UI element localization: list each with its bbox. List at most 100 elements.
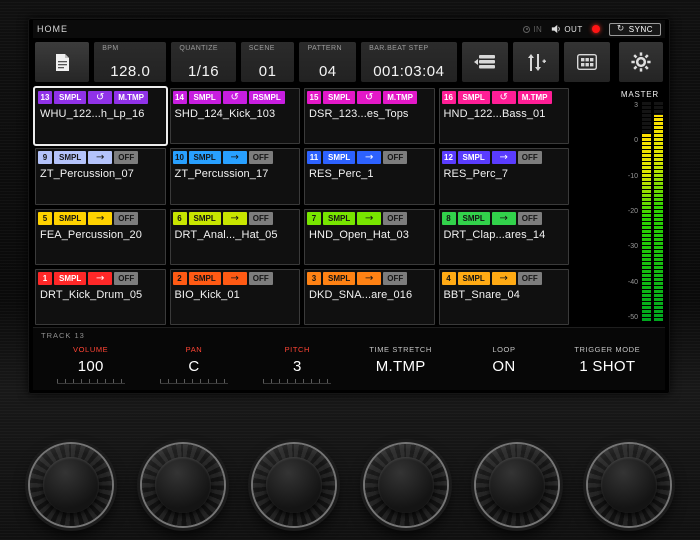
pad-tile[interactable]: 8 SMPL → OFF DRT_Clap...ares_14 — [439, 209, 570, 265]
knob-4[interactable] — [365, 444, 447, 526]
settings-button[interactable] — [619, 42, 664, 82]
header-toolbar: BPM 128.0 QUANTIZE 1/16 SCENE 01 PATTERN… — [33, 38, 665, 85]
pad-tile[interactable]: 13 SMPL ↺ M.TMP WHU_122...h_Lp_16 — [35, 88, 166, 144]
pad-type-chip: SMPL — [458, 212, 490, 225]
fader-view-button[interactable] — [513, 42, 559, 82]
browse-button[interactable] — [35, 42, 89, 82]
pad-name: RES_Perc_1 — [307, 164, 432, 180]
pad-name: BBT_Snare_04 — [442, 285, 567, 301]
pad-chip-row: 14 SMPL ↺ RSMPL — [173, 91, 298, 104]
pad-chip-row: 12 SMPL → OFF — [442, 151, 567, 164]
pad-type-chip: SMPL — [458, 272, 490, 285]
bpm-label: BPM — [102, 45, 158, 52]
param-cell[interactable]: VOLUME 100 — [39, 343, 142, 384]
param-value: 1 SHOT — [556, 358, 659, 375]
pad-mixer-button[interactable] — [564, 42, 610, 82]
pad-number-chip: 11 — [307, 151, 321, 164]
pattern-value: 04 — [307, 63, 348, 80]
pad-tile[interactable]: 6 SMPL → OFF DRT_Anal..._Hat_05 — [170, 209, 301, 265]
pad-name: FEA_Percussion_20 — [38, 225, 163, 241]
pad-tile[interactable]: 11 SMPL → OFF RES_Perc_1 — [304, 148, 435, 204]
pad-tile[interactable]: 14 SMPL ↺ RSMPL SHD_124_Kick_103 — [170, 88, 301, 144]
pad-mode-icon: → — [223, 212, 247, 225]
pad-tile[interactable]: 1 SMPL → OFF DRT_Kick_Drum_05 — [35, 269, 166, 325]
param-cell[interactable]: TRIGGER MODE 1 SHOT — [556, 343, 659, 384]
knob-5[interactable] — [476, 444, 558, 526]
pad-type-chip: SMPL — [323, 272, 355, 285]
sequence-view-button[interactable] — [462, 42, 508, 82]
track-parameter-panel: TRACK 13 VOLUME 100 PAN C PITCH 3 TIME S… — [33, 327, 665, 390]
param-value: C — [142, 358, 245, 375]
master-label: MASTER — [615, 88, 663, 102]
pad-status-chip: M.TMP — [518, 91, 552, 104]
pad-name: DRT_Kick_Drum_05 — [38, 285, 163, 301]
param-value: M.TMP — [349, 358, 452, 375]
pad-mode-icon: → — [223, 151, 247, 164]
pad-number-chip: 5 — [38, 212, 52, 225]
pad-tile[interactable]: 15 SMPL ↺ M.TMP DSR_123...es_Tops — [304, 88, 435, 144]
knob-1[interactable] — [30, 444, 112, 526]
param-cell[interactable]: LOOP ON — [452, 343, 555, 384]
pad-tile[interactable]: 2 SMPL → OFF BIO_Kick_01 — [170, 269, 301, 325]
meter-tick: -40 — [628, 279, 638, 286]
bar-beat-step-field: BAR.BEAT STEP 001:03:04 — [361, 42, 456, 82]
pad-number-chip: 15 — [307, 91, 321, 104]
pad-number-chip: 10 — [173, 151, 187, 164]
pad-type-chip: SMPL — [54, 151, 86, 164]
sync-arrows-icon: ↻ — [617, 25, 625, 34]
pad-tile[interactable]: 16 SMPL ↺ M.TMP HND_122...Bass_01 — [439, 88, 570, 144]
param-cell[interactable]: PAN C — [142, 343, 245, 384]
param-cell[interactable]: TIME STRETCH M.TMP — [349, 343, 452, 384]
pad-mode-icon: → — [88, 151, 112, 164]
pad-tile[interactable]: 5 SMPL → OFF FEA_Percussion_20 — [35, 209, 166, 265]
pad-chip-row: 1 SMPL → OFF — [38, 272, 163, 285]
pad-name: ZT_Percussion_07 — [38, 164, 163, 180]
knob-2[interactable] — [142, 444, 224, 526]
pad-name: DRT_Clap...ares_14 — [442, 225, 567, 241]
pad-chip-row: 5 SMPL → OFF — [38, 212, 163, 225]
pad-number-chip: 8 — [442, 212, 456, 225]
pad-name: ZT_Percussion_17 — [173, 164, 298, 180]
pad-type-chip: SMPL — [189, 212, 221, 225]
pad-name: HND_Open_Hat_03 — [307, 225, 432, 241]
pad-number-chip: 6 — [173, 212, 187, 225]
pad-type-chip: SMPL — [323, 91, 355, 104]
file-icon — [55, 53, 70, 72]
meter-bar-right — [654, 102, 663, 321]
sync-label: SYNC — [629, 25, 653, 34]
pad-mode-icon: → — [223, 272, 247, 285]
param-cell[interactable]: PITCH 3 — [246, 343, 349, 384]
knob-6[interactable] — [588, 444, 670, 526]
pad-status-chip: OFF — [114, 212, 138, 225]
scene-value: 01 — [249, 63, 287, 80]
param-label: VOLUME — [39, 345, 142, 354]
quantize-field[interactable]: QUANTIZE 1/16 — [171, 42, 235, 82]
pad-tile[interactable]: 4 SMPL → OFF BBT_Snare_04 — [439, 269, 570, 325]
meter-tick: 0 — [634, 137, 638, 144]
sync-button[interactable]: ↻ SYNC — [609, 23, 661, 36]
pad-status-chip: OFF — [249, 151, 273, 164]
pad-chip-row: 6 SMPL → OFF — [173, 212, 298, 225]
pad-mode-icon: ↺ — [223, 91, 247, 104]
pad-type-chip: SMPL — [189, 151, 221, 164]
pad-status-chip: M.TMP — [114, 91, 148, 104]
bpm-value: 128.0 — [102, 63, 158, 80]
pad-tile[interactable]: 10 SMPL → OFF ZT_Percussion_17 — [170, 148, 301, 204]
param-scale-ticks — [57, 379, 125, 384]
meter-tick: -20 — [628, 208, 638, 215]
device-panel: HOME IN OUT ↻ SYNC — [0, 0, 700, 540]
pad-chip-row: 9 SMPL → OFF — [38, 151, 163, 164]
scene-field[interactable]: SCENE 01 — [241, 42, 295, 82]
pad-tile[interactable]: 12 SMPL → OFF RES_Perc_7 — [439, 148, 570, 204]
main-area: 13 SMPL ↺ M.TMP WHU_122...h_Lp_16 14 SMP… — [33, 85, 665, 327]
pad-tile[interactable]: 3 SMPL → OFF DKD_SNA...are_016 — [304, 269, 435, 325]
pad-tile[interactable]: 9 SMPL → OFF ZT_Percussion_07 — [35, 148, 166, 204]
master-meter: MASTER 30-10-20-30-40-50 — [615, 88, 663, 325]
knob-3[interactable] — [253, 444, 335, 526]
pattern-field[interactable]: PATTERN 04 — [299, 42, 356, 82]
pad-tile[interactable]: 7 SMPL → OFF HND_Open_Hat_03 — [304, 209, 435, 265]
pad-chip-row: 7 SMPL → OFF — [307, 212, 432, 225]
pad-name: RES_Perc_7 — [442, 164, 567, 180]
pad-chip-row: 15 SMPL ↺ M.TMP — [307, 91, 432, 104]
bpm-field[interactable]: BPM 128.0 — [94, 42, 166, 82]
